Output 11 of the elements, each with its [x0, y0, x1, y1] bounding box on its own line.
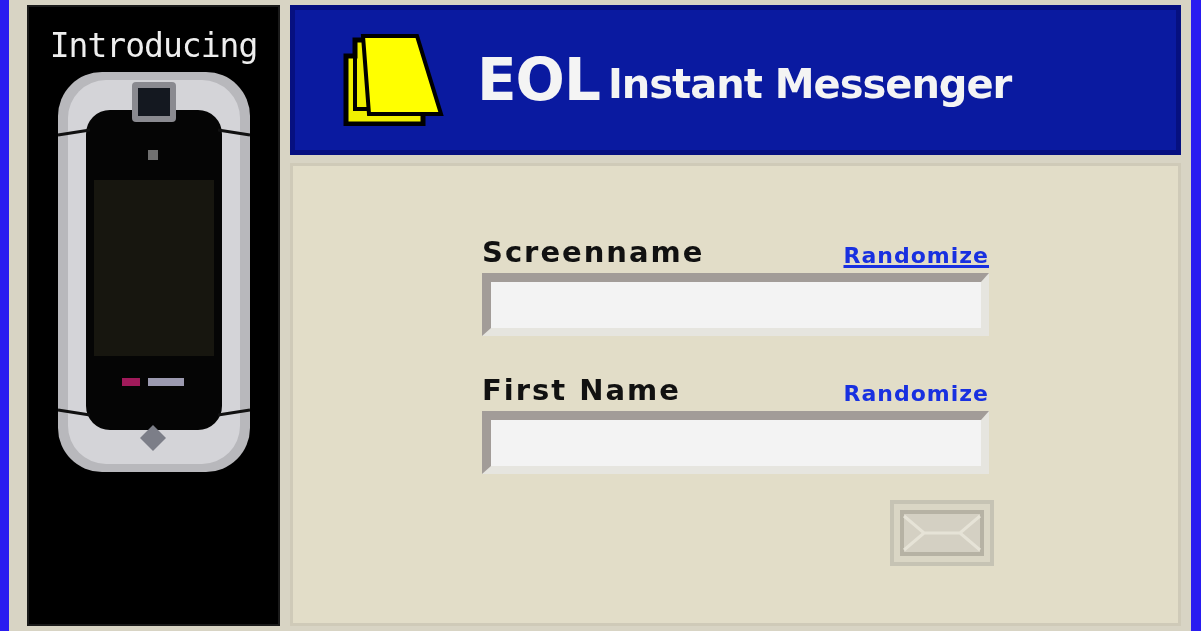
envelope-icon — [900, 510, 984, 556]
randomize-link[interactable]: Randomize — [843, 383, 989, 405]
app-subtitle: Instant Messenger — [607, 60, 1012, 109]
text-input-field[interactable] — [482, 273, 989, 336]
brand-name: EOL — [477, 44, 600, 116]
sticky-note-icon — [343, 34, 447, 126]
text-input-field[interactable] — [482, 411, 989, 474]
field-label: First Name — [482, 376, 681, 405]
field-label: Screenname — [482, 238, 705, 267]
promo-title: Introducing — [49, 29, 258, 62]
randomize-link[interactable]: Randomize — [843, 245, 989, 267]
